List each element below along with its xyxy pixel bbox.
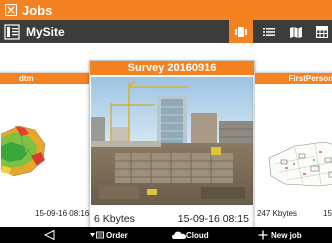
order-button[interactable]: Order [90,227,128,243]
job-size: 247 Kbytes [257,209,298,218]
bottom-action-bar: Order Cloud New job [0,227,332,243]
job-card-title: FirstPerson [255,73,332,84]
job-card-title: Survey 20160916 [90,61,254,75]
app-title: Jobs [22,2,53,18]
back-button[interactable] [44,227,55,243]
back-triangle-icon [44,230,55,240]
job-card-dtm[interactable]: dtm 15-09-16 08:16 [0,72,90,227]
cloud-button[interactable]: Cloud [172,227,209,243]
table-view-icon [315,25,328,38]
site-list-icon[interactable] [4,23,20,40]
job-size: 6 Kbytes [94,213,135,225]
table-view-toggle[interactable] [311,20,332,43]
cloud-label: Cloud [186,230,209,240]
construction-site-photo [91,77,253,205]
order-label: Order [106,230,128,240]
site-bar: MySite [0,20,332,43]
job-card-title: dtm [0,73,89,84]
job-date: 15-09-16 08:16 [35,209,90,218]
job-card-firstperson[interactable]: FirstPerson 247 Kbytes 15 [254,72,332,227]
title-bar: Jobs [0,0,332,20]
close-box-icon[interactable] [5,4,17,16]
jobs-carousel[interactable]: dtm 15-09-16 08:16 Survey 20160916 6 Kby… [0,43,332,227]
plus-icon [258,230,268,240]
job-card-survey[interactable]: Survey 20160916 6 Kbytes 15-09-16 08:15 [89,60,255,227]
list-view-icon [263,27,275,36]
cards-view-toggle[interactable] [229,20,253,43]
new-job-label: New job [271,230,302,240]
job-date: 15 [323,209,332,218]
map-view-icon [290,26,302,38]
map-view-toggle[interactable] [284,20,308,43]
site-name[interactable]: MySite [26,25,65,39]
terrain-model-thumbnail [1,86,89,204]
cards-view-icon [235,26,247,37]
cloud-icon [172,231,186,239]
job-date: 15-09-16 08:15 [177,213,249,225]
list-view-toggle[interactable] [257,20,281,43]
site-plan-thumbnail [255,86,332,204]
new-job-button[interactable]: New job [258,227,302,243]
sort-order-icon [90,231,104,239]
